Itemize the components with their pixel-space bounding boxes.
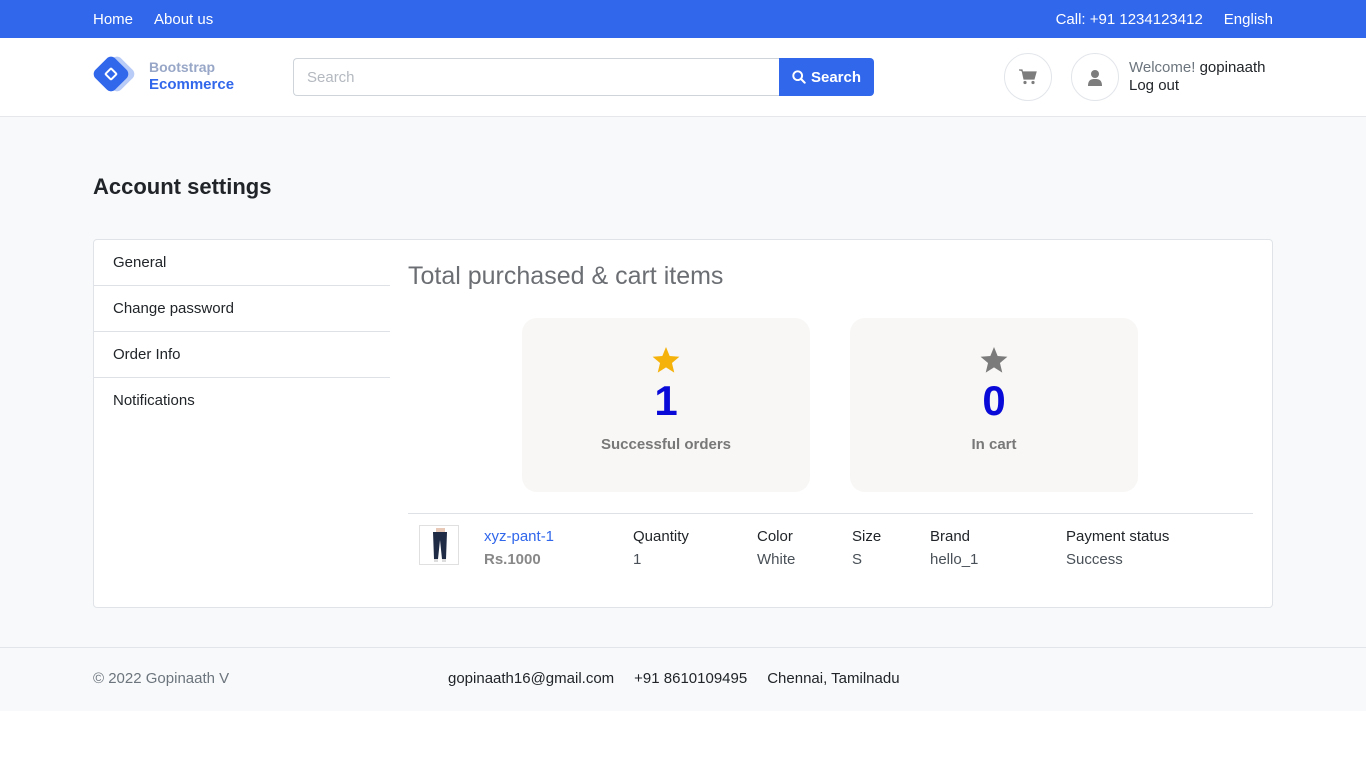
- color-label: Color: [757, 528, 793, 545]
- footer: © 2022 Gopinaath V gopinaath16@gmail.com…: [0, 647, 1366, 711]
- size-col: Size S: [852, 525, 930, 571]
- brand-value: hello_1: [930, 551, 979, 568]
- user-button[interactable]: [1071, 53, 1119, 101]
- account-card: General Change password Order Info Notif…: [93, 239, 1273, 608]
- language-link[interactable]: English: [1224, 11, 1273, 28]
- cart-button[interactable]: [1004, 53, 1052, 101]
- welcome-block: Welcome! gopinaath Log out: [1129, 59, 1266, 95]
- logo-line1: Bootstrap: [149, 59, 216, 75]
- logo-text: Bootstrap Ecommerce: [149, 59, 234, 93]
- brand-label: Brand: [930, 528, 971, 545]
- product-thumbnail[interactable]: [419, 525, 459, 565]
- welcome-prefix: Welcome!: [1129, 59, 1196, 76]
- top-bar: Home About us Call: +91 1234123412 Engli…: [0, 0, 1366, 38]
- in-cart-stat: 0 In cart: [850, 318, 1138, 492]
- search-bar: Search: [293, 58, 874, 96]
- size-value: S: [852, 551, 863, 568]
- successful-orders-label: Successful orders: [600, 436, 732, 453]
- successful-orders-count: 1: [654, 377, 678, 424]
- sidebar-item-general[interactable]: General: [94, 240, 390, 286]
- product-info: xyz-pant-1 Rs.1000: [484, 525, 633, 571]
- star-icon: [980, 346, 1008, 373]
- star-icon: [652, 346, 680, 373]
- home-link[interactable]: Home: [93, 11, 133, 28]
- footer-email: gopinaath16@gmail.com: [448, 670, 615, 687]
- search-input[interactable]: [293, 58, 779, 96]
- color-col: Color White: [757, 525, 852, 571]
- cart-icon: [1019, 69, 1037, 85]
- search-icon: [792, 70, 806, 84]
- logout-link[interactable]: Log out: [1129, 77, 1266, 95]
- quantity-value: 1: [633, 551, 642, 568]
- quantity-col: Quantity 1: [633, 525, 757, 571]
- payment-label: Payment status: [1066, 528, 1170, 545]
- product-price: Rs.1000: [484, 551, 541, 568]
- user-icon: [1088, 69, 1102, 86]
- pants-image: [433, 528, 447, 562]
- product-name-link[interactable]: xyz-pant-1: [484, 525, 633, 548]
- logo[interactable]: Bootstrap Ecommerce: [91, 54, 234, 96]
- search-button[interactable]: Search: [779, 58, 874, 96]
- payment-col: Payment status Success: [1066, 525, 1169, 571]
- sidebar-item-notifications[interactable]: Notifications: [94, 378, 390, 424]
- color-value: White: [757, 551, 796, 568]
- search-button-label: Search: [810, 68, 862, 86]
- logo-icon: [91, 54, 141, 96]
- stats-row: 1 Successful orders 0 In cart: [408, 318, 1253, 492]
- main-header: Bootstrap Ecommerce Search Welcome! gopi…: [0, 38, 1366, 117]
- main-content: Account settings General Change password…: [0, 117, 1366, 647]
- summary-heading: Total purchased & cart items: [408, 262, 724, 290]
- sidebar-item-change-password[interactable]: Change password: [94, 286, 390, 332]
- top-contact: Call: +91 1234123412 English: [1056, 11, 1273, 28]
- footer-phone: +91 8610109495: [634, 670, 748, 687]
- username: gopinaath: [1199, 59, 1266, 76]
- top-nav: Home About us: [93, 11, 213, 28]
- successful-orders-stat: 1 Successful orders: [522, 318, 810, 492]
- settings-sidebar: General Change password Order Info Notif…: [94, 240, 390, 607]
- in-cart-count: 0: [982, 377, 1006, 424]
- footer-contact: gopinaath16@gmail.com +91 8610109495 Che…: [448, 670, 900, 687]
- logo-line2: Ecommerce: [149, 76, 235, 93]
- copyright: © 2022 Gopinaath V: [93, 670, 230, 687]
- payment-value: Success: [1066, 551, 1123, 568]
- brand-col: Brand hello_1: [930, 525, 1066, 571]
- order-row: xyz-pant-1 Rs.1000 Quantity 1 Color Whit…: [408, 513, 1253, 583]
- page-title: Account settings: [93, 174, 272, 199]
- summary-panel: Total purchased & cart items 1 Successfu…: [390, 240, 1272, 607]
- size-label: Size: [852, 528, 882, 545]
- call-text: Call: +91 1234123412: [1055, 10, 1203, 28]
- sidebar-item-order-info[interactable]: Order Info: [94, 332, 390, 378]
- about-link[interactable]: About us: [154, 11, 213, 28]
- in-cart-label: In cart: [971, 436, 1017, 453]
- footer-location: Chennai, Tamilnadu: [767, 670, 900, 687]
- quantity-label: Quantity: [633, 528, 689, 545]
